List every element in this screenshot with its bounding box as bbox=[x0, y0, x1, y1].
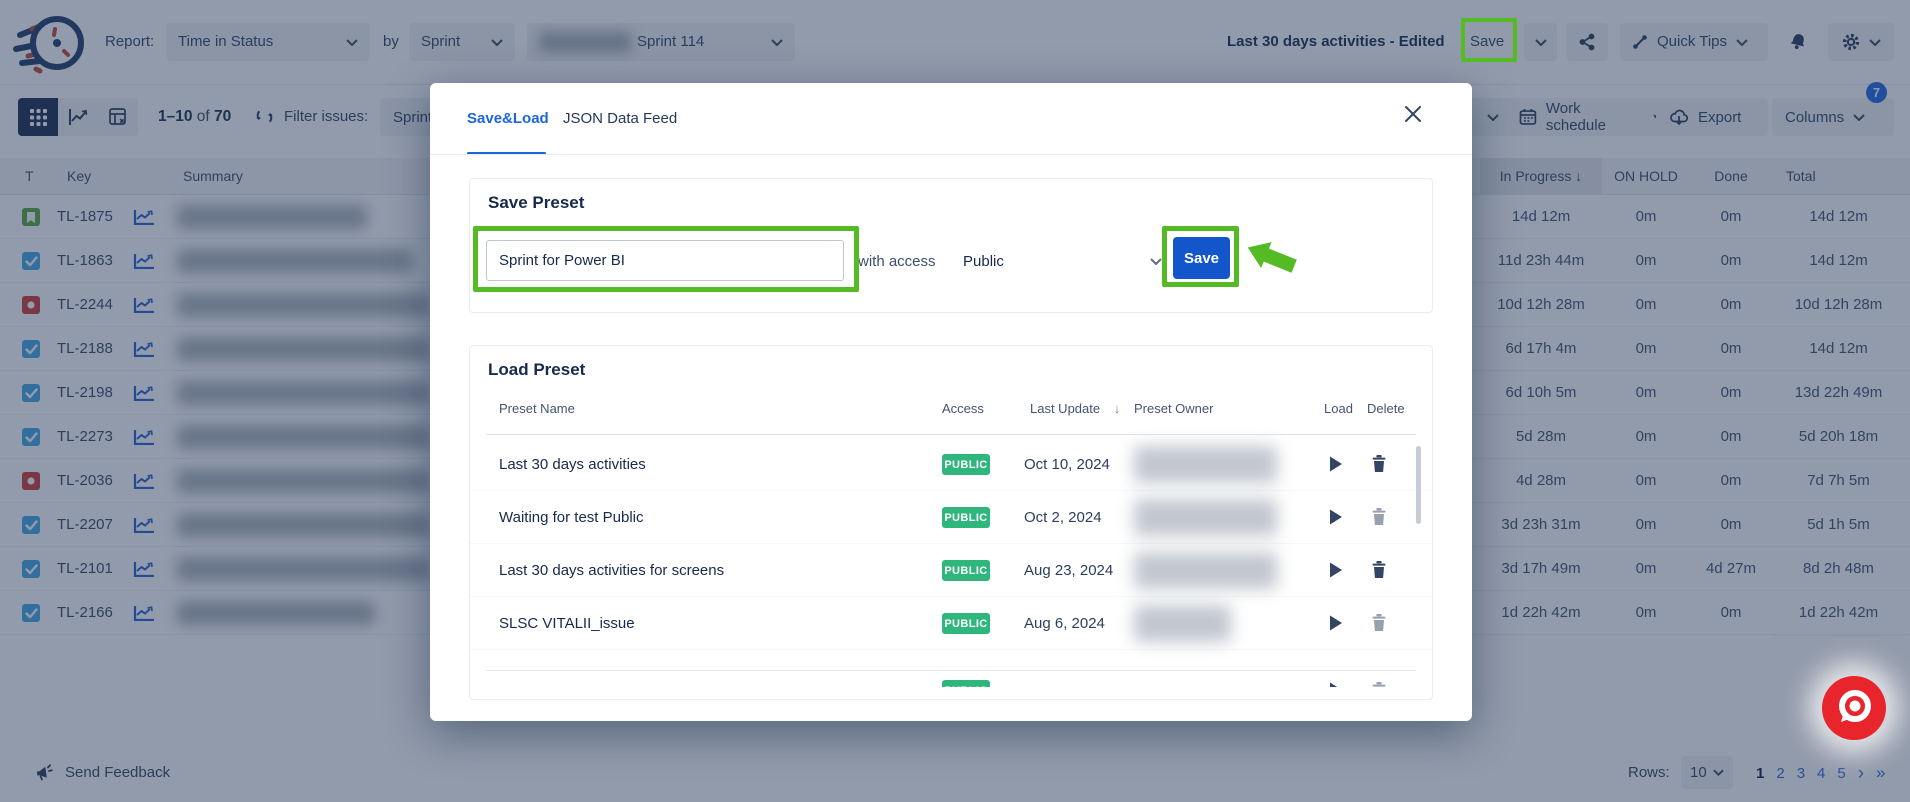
preset-last-update: Aug 6, 2024 bbox=[1024, 597, 1105, 650]
col-delete: Delete bbox=[1367, 401, 1405, 416]
preset-name: SLSC VITALII_issue bbox=[499, 597, 635, 650]
preset-row: Last 30 days activities for screens PUBL… bbox=[470, 544, 1432, 597]
col-access: Access bbox=[942, 401, 984, 416]
col-load: Load bbox=[1324, 401, 1353, 416]
last-update-label: Last Update bbox=[1030, 401, 1100, 416]
delete-preset-button[interactable] bbox=[1370, 454, 1388, 478]
target-bubble-icon bbox=[1831, 685, 1877, 731]
preset-name: Last 30 days activities bbox=[499, 438, 646, 491]
preset-name: Waiting for test Public bbox=[499, 491, 644, 544]
col-preset-name: Preset Name bbox=[499, 401, 575, 416]
status-badge: PUBLIC bbox=[942, 613, 990, 634]
load-preset-play-button[interactable] bbox=[1328, 681, 1344, 687]
preset-header-divider bbox=[486, 434, 1416, 435]
preset-owner-blurred bbox=[1134, 605, 1231, 642]
save-preset-button[interactable]: Save bbox=[1173, 237, 1230, 279]
preset-owner-blurred bbox=[1134, 552, 1277, 589]
preset-last-update: Oct 2, 2024 bbox=[1024, 491, 1102, 544]
app-root: Report: Time in Status by Sprint Sprint … bbox=[0, 0, 1910, 802]
save-preset-title: Save Preset bbox=[488, 193, 584, 213]
preset-row: Last 30 days activities PUBLIC Oct 10, 2… bbox=[470, 438, 1432, 491]
save-load-dialog: Save&Load JSON Data Feed Save Preset wit… bbox=[430, 83, 1472, 721]
status-badge: PUBLIC bbox=[942, 454, 990, 475]
load-preset-title: Load Preset bbox=[488, 360, 585, 380]
load-preset-play-button[interactable] bbox=[1328, 561, 1344, 584]
access-value: Public bbox=[963, 241, 1004, 282]
preset-name-input[interactable] bbox=[486, 240, 844, 281]
sort-desc-icon: ↓ bbox=[1114, 401, 1121, 416]
load-preset-card: Load Preset Preset Name Access Last Upda… bbox=[469, 345, 1433, 700]
load-preset-play-button[interactable] bbox=[1328, 508, 1344, 531]
partial-row-divider bbox=[486, 670, 1416, 671]
close-icon bbox=[1402, 103, 1424, 125]
preset-list-scrollbar[interactable] bbox=[1416, 446, 1421, 524]
tab-json-data-feed[interactable]: JSON Data Feed bbox=[563, 110, 677, 127]
preset-last-update: Aug 23, 2024 bbox=[1024, 544, 1113, 597]
with-access-label: with access bbox=[858, 241, 936, 282]
partial-next-row: PUBLIC bbox=[470, 676, 1432, 687]
preset-owner-blurred bbox=[1134, 499, 1277, 536]
preset-row: SLSC VITALII_issue PUBLIC Aug 6, 2024 bbox=[470, 597, 1432, 650]
support-widget-button[interactable] bbox=[1822, 676, 1886, 740]
delete-preset-button[interactable] bbox=[1370, 560, 1388, 584]
preset-last-update: Oct 10, 2024 bbox=[1024, 438, 1110, 491]
preset-row: Waiting for test Public PUBLIC Oct 2, 20… bbox=[470, 491, 1432, 544]
chevron-down-icon bbox=[1150, 258, 1162, 265]
delete-preset-button[interactable] bbox=[1370, 613, 1388, 637]
preset-owner-blurred bbox=[1134, 446, 1277, 483]
load-preset-play-button[interactable] bbox=[1328, 455, 1344, 478]
status-badge: PUBLIC bbox=[942, 507, 990, 528]
status-badge: PUBLIC bbox=[942, 560, 990, 581]
col-preset-owner: Preset Owner bbox=[1134, 401, 1213, 416]
access-dropdown[interactable]: Public bbox=[950, 241, 1162, 282]
preset-name: Last 30 days activities for screens bbox=[499, 544, 724, 597]
tabs-divider bbox=[430, 154, 1472, 155]
load-preset-play-button[interactable] bbox=[1328, 614, 1344, 637]
delete-preset-button[interactable] bbox=[1370, 681, 1388, 687]
delete-preset-button[interactable] bbox=[1370, 507, 1388, 531]
tab-save-load[interactable]: Save&Load bbox=[467, 110, 549, 127]
close-dialog-button[interactable] bbox=[1402, 103, 1424, 130]
status-badge: PUBLIC bbox=[942, 680, 990, 687]
save-preset-card: Save Preset with access Public Save bbox=[469, 178, 1433, 313]
col-last-update[interactable]: Last Update ↓ bbox=[1030, 401, 1120, 416]
